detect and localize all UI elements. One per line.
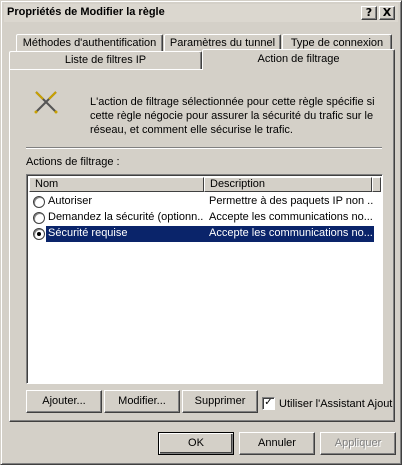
list-header: Nom Description xyxy=(29,177,381,192)
add-button[interactable]: Ajouter... xyxy=(26,390,102,413)
window-title: Propriétés de Modifier la règle xyxy=(7,6,165,18)
use-wizard-label[interactable]: Utiliser l'Assistant Ajout xyxy=(279,398,392,410)
list-item-description: Accepte les communications no... xyxy=(204,226,374,242)
tab-ip-filter-list[interactable]: Liste de filtres IP xyxy=(9,51,202,69)
list-item[interactable]: Demandez la sécurité (optionn... Accepte… xyxy=(29,210,374,226)
ok-button[interactable]: OK xyxy=(158,432,234,455)
radio-button[interactable] xyxy=(33,196,45,208)
radio-button-checked[interactable] xyxy=(33,228,45,240)
column-header-description[interactable]: Description xyxy=(204,177,372,192)
title-bar[interactable]: Propriétés de Modifier la règle ? X xyxy=(4,4,398,22)
use-wizard-checkbox[interactable]: ✓ xyxy=(262,397,275,410)
tab-authentication-methods[interactable]: Méthodes d'authentification xyxy=(16,34,163,52)
filter-actions-label: Actions de filtrage : xyxy=(26,156,120,168)
tab-filter-action[interactable]: Action de filtrage xyxy=(202,49,395,70)
list-item-name: Autoriser xyxy=(48,195,93,207)
radio-button[interactable] xyxy=(33,212,45,224)
help-button[interactable]: ? xyxy=(361,6,377,20)
filter-action-icon xyxy=(34,91,58,114)
list-item-name: Demandez la sécurité (optionn... xyxy=(48,211,204,223)
edit-button[interactable]: Modifier... xyxy=(104,390,180,413)
list-item-selected[interactable]: Sécurité requise Accepte les communicati… xyxy=(29,226,374,242)
column-header-name[interactable]: Nom xyxy=(29,177,204,192)
close-button[interactable]: X xyxy=(379,6,395,20)
list-item[interactable]: Autoriser Permettre à des paquets IP non… xyxy=(29,194,374,210)
filter-action-panel: L'action de filtrage sélectionnée pour c… xyxy=(9,69,395,422)
list-item-name: Sécurité requise xyxy=(46,226,204,242)
properties-dialog: Propriétés de Modifier la règle ? X Méth… xyxy=(0,0,402,465)
delete-button[interactable]: Supprimer xyxy=(182,390,258,413)
divider xyxy=(26,147,382,149)
column-header-filler xyxy=(372,177,381,192)
intro-text: L'action de filtrage sélectionnée pour c… xyxy=(90,96,375,136)
list-item-description: Accepte les communications no... xyxy=(209,211,373,223)
filter-actions-list[interactable]: Nom Description Autoriser Permettre à de… xyxy=(26,174,383,384)
apply-button[interactable]: Appliquer xyxy=(320,432,396,455)
list-item-description: Permettre à des paquets IP non ... xyxy=(209,195,374,207)
cancel-button[interactable]: Annuler xyxy=(239,432,315,455)
